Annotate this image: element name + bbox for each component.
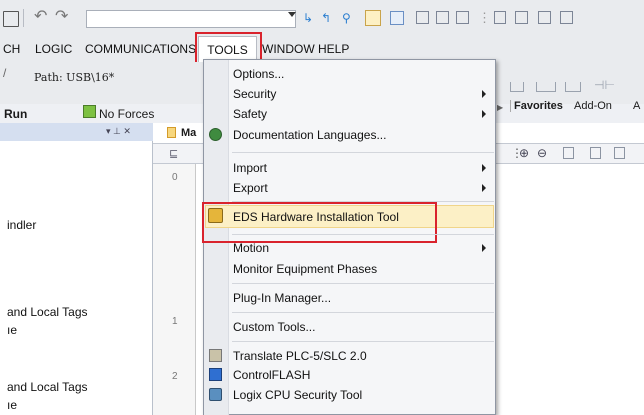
controlflash-icon xyxy=(209,368,222,381)
menu-item-controlflash[interactable]: ControlFLASH xyxy=(233,368,310,382)
submenu-arrow-icon xyxy=(482,110,486,118)
home-icon[interactable] xyxy=(3,11,19,27)
routine-icon xyxy=(167,127,176,138)
menu-item-export[interactable]: Export xyxy=(233,181,268,195)
tree-item-routine-1[interactable]: ıe xyxy=(7,323,17,337)
translate-icon xyxy=(209,349,222,362)
submenu-arrow-icon xyxy=(482,184,486,192)
edit-icon[interactable] xyxy=(590,147,601,159)
top-toolbar: ↶ ↷ ↳ ↰ ⚲ ⋮ xyxy=(0,0,644,36)
menu-item-safety[interactable]: Safety xyxy=(233,107,267,121)
tag-icon-2[interactable] xyxy=(560,11,573,24)
controller-organizer xyxy=(0,123,153,415)
rung-number: 0 xyxy=(172,172,178,183)
submenu-arrow-icon xyxy=(482,244,486,252)
toolbox-icon[interactable] xyxy=(456,11,469,24)
tag-icon-1[interactable] xyxy=(538,11,551,24)
run-status-label: Run xyxy=(4,107,28,121)
verify-icon[interactable] xyxy=(614,147,625,159)
zoom-out-icon[interactable]: ⊖ xyxy=(537,146,547,160)
grip-icon: ⋮ xyxy=(478,10,491,25)
menu-item-translate-plc5[interactable]: Translate PLC-5/SLC 2.0 xyxy=(233,349,367,363)
rung-number: 2 xyxy=(172,371,178,382)
tree-item-local-tags-2[interactable]: and Local Tags xyxy=(7,380,88,394)
undo-icon[interactable]: ↶ xyxy=(34,6,47,26)
path-label: Path: USB\16* xyxy=(34,71,115,84)
tree-item-handler[interactable]: indler xyxy=(7,218,36,232)
slash-icon: / xyxy=(3,66,7,80)
organizer-header: ▾ ⊥ ✕ xyxy=(0,123,153,141)
toggle-icon-1[interactable]: ↳ xyxy=(303,11,313,25)
toolbar-divider xyxy=(23,9,24,27)
menu-item-plug-in-manager[interactable]: Plug-In Manager... xyxy=(233,291,331,305)
menu-logic[interactable]: LOGIC xyxy=(35,36,72,62)
menu-communications[interactable]: COMMUNICATIONS xyxy=(85,36,196,62)
ladder-tool-icon[interactable]: ⊑ xyxy=(169,147,178,160)
menu-item-logix-cpu-security-tool[interactable]: Logix CPU Security Tool xyxy=(233,388,362,402)
rung-icon-2[interactable] xyxy=(536,82,556,92)
path-dropdown-icon[interactable] xyxy=(288,12,296,17)
menu-separator xyxy=(232,341,494,342)
menu-separator xyxy=(232,312,494,313)
tree-item-local-tags-1[interactable]: and Local Tags xyxy=(7,305,88,319)
menu-separator xyxy=(232,283,494,284)
rung-number: 1 xyxy=(172,316,178,327)
filter-icon[interactable]: ⚲ xyxy=(342,11,351,25)
menu-item-monitor-equipment-phases[interactable]: Monitor Equipment Phases xyxy=(233,262,377,276)
tree-item-routine-2[interactable]: ıe xyxy=(7,398,17,412)
view-icon-2[interactable] xyxy=(390,11,404,25)
view-icon-1[interactable] xyxy=(365,10,381,26)
tab-alarms[interactable]: A xyxy=(633,100,640,112)
cross-reference-icon[interactable] xyxy=(515,11,528,24)
copy-icon[interactable] xyxy=(416,11,429,24)
security-tool-icon xyxy=(209,388,222,401)
menu-item-custom-tools[interactable]: Custom Tools... xyxy=(233,320,315,334)
paste-icon[interactable] xyxy=(436,11,449,24)
forces-status-label: No Forces xyxy=(99,107,155,121)
menu-search[interactable]: CH xyxy=(3,36,20,62)
menu-item-documentation-languages[interactable]: Documentation Languages... xyxy=(233,128,386,142)
menu-item-import[interactable]: Import xyxy=(233,161,267,175)
toolbar-scroll-arrow[interactable]: ▶ xyxy=(497,103,503,112)
forces-status-icon xyxy=(83,105,96,118)
tab-add-on[interactable]: Add-On xyxy=(574,100,612,112)
menu-item-options[interactable]: Options... xyxy=(233,67,284,81)
path-combo-input[interactable] xyxy=(86,10,296,28)
rung-icon-1[interactable] xyxy=(510,82,524,92)
menu-separator xyxy=(232,152,494,153)
menu-item-motion[interactable]: Motion xyxy=(233,241,269,255)
main-routine-tab[interactable]: Ma xyxy=(181,127,196,139)
bookmark-icon[interactable] xyxy=(494,11,506,24)
contact-icon[interactable]: ⊣⊢ xyxy=(594,78,615,92)
view-icon[interactable] xyxy=(563,147,574,159)
menu-item-security[interactable]: Security xyxy=(233,87,276,101)
globe-icon xyxy=(209,128,222,141)
redo-icon[interactable]: ↷ xyxy=(55,6,68,26)
pane-controls-icon[interactable]: ▾ ⊥ ✕ xyxy=(106,126,131,137)
tab-favorites[interactable]: Favorites xyxy=(510,100,563,112)
menu-separator xyxy=(232,234,494,235)
submenu-arrow-icon xyxy=(482,90,486,98)
rung-icon-3[interactable] xyxy=(565,82,581,92)
eds-tool-callout xyxy=(202,202,437,243)
zoom-in-icon[interactable]: ⊕ xyxy=(519,146,529,160)
submenu-arrow-icon xyxy=(482,164,486,172)
toggle-icon-2[interactable]: ↰ xyxy=(321,11,331,25)
